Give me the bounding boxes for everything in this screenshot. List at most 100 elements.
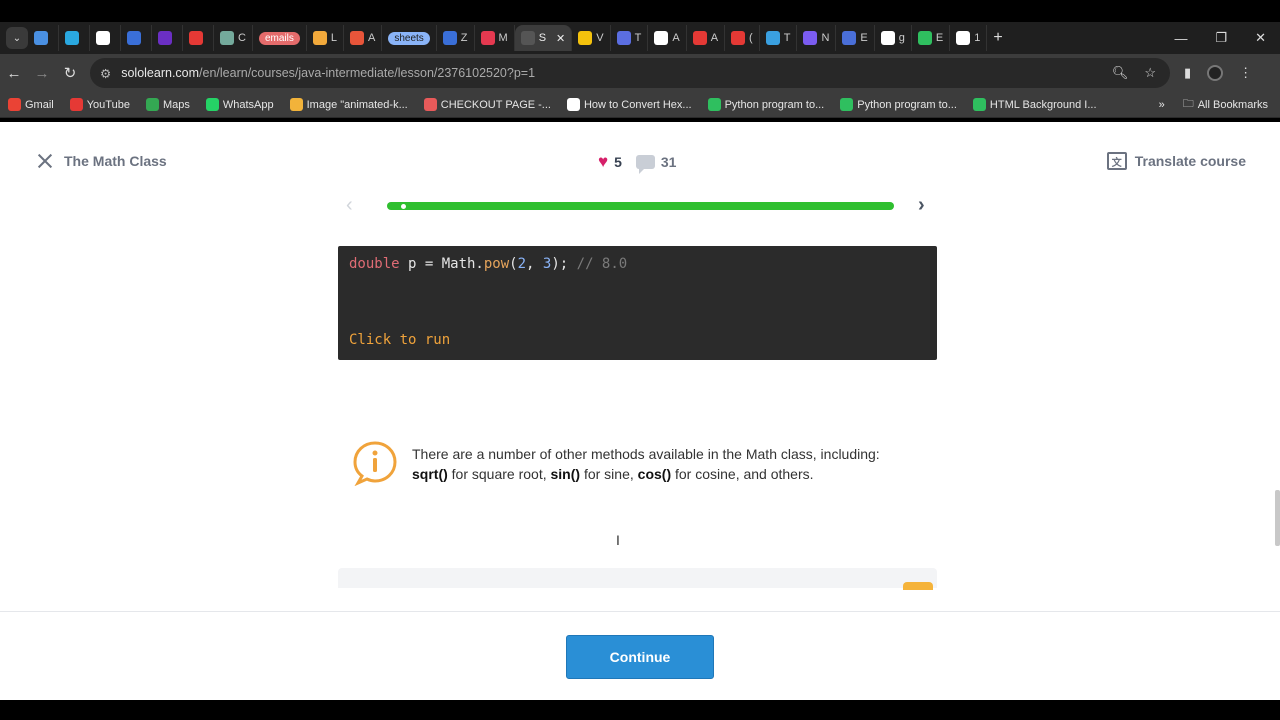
back-icon[interactable]: ← [0,65,28,82]
next-chevron-icon[interactable]: › [918,194,925,217]
bookmark-item[interactable]: WhatsApp [205,98,274,111]
bookmark-item[interactable]: YouTube [69,98,130,111]
comments-button[interactable]: 31 [635,154,677,174]
code-text: p = Math. [399,256,484,272]
google-icon [880,31,895,45]
comment-bubble-icon [635,155,655,174]
bookmark-favicon-icon [8,98,21,111]
code-close: ); [551,256,577,272]
bookmark-label: YouTube [86,98,130,111]
browser-tab[interactable] [28,25,59,51]
translate-course-button[interactable]: 文 Translate course [1106,152,1246,170]
browser-tab[interactable] [59,25,90,51]
likes-button[interactable]: ♥ 5 [598,152,622,172]
new-tab-icon[interactable]: + [993,29,1002,47]
browser-tab[interactable]: C [214,25,253,51]
tab-title: ( [749,32,753,44]
browser-tab[interactable]: 1 [950,25,988,51]
youtube-icon [731,31,746,45]
browser-tab[interactable]: E [912,25,951,51]
bookmark-item[interactable]: Python program to... [707,98,825,111]
bookmark-star-icon[interactable]: ☆ [1144,65,1156,81]
bookmark-item[interactable]: CHECKOUT PAGE -... [423,98,551,111]
tab-close-icon[interactable]: ✕ [556,32,565,45]
folder-icon: 🗀 [1182,98,1194,110]
minimize-icon[interactable]: — [1174,31,1187,46]
browser-tab[interactable]: A [648,25,687,51]
browser-tab[interactable]: M [475,25,515,51]
progress-marker [401,204,406,209]
tab-title: Z [460,32,468,44]
text-cursor-icon: I [616,532,620,548]
menu-kebab-icon[interactable]: ⋮ [1239,65,1252,81]
browser-tab[interactable] [121,25,152,51]
scrollbar-thumb[interactable] [1275,490,1280,546]
tab-group-label[interactable]: emails [258,31,300,45]
bookmark-item[interactable]: Image "animated-k... [289,98,408,111]
browser-tab[interactable] [90,25,121,51]
forward-icon[interactable]: → [28,65,56,82]
bookmark-item[interactable]: How to Convert Hex... [566,98,692,111]
bookmark-item[interactable]: Python program to... [840,98,957,111]
bookmark-label: Python program to... [724,98,825,111]
browser-tab[interactable]: sheets [382,25,437,51]
browser-tab[interactable]: A [687,25,726,51]
tab-title: M [498,32,508,44]
browser-tab[interactable] [183,25,214,51]
info-text: There are a number of other methods avai… [412,444,880,486]
bookmark-item[interactable]: Maps [145,98,190,111]
bookmark-label: Maps [162,98,190,111]
browser-tab[interactable] [152,25,183,51]
click-to-run-button[interactable]: Click to run [349,332,450,348]
continue-button[interactable]: Continue [566,635,714,679]
close-window-icon[interactable]: ✕ [1255,30,1266,46]
info-text-part: for cosine, and others. [671,466,814,482]
browser-tab[interactable]: V [572,25,611,51]
bookmark-item[interactable]: HTML Background I... [972,98,1097,111]
tab-search-chevron-icon[interactable]: ⌄ [6,27,28,49]
globe-icon [616,31,631,45]
d-icon [654,31,669,45]
z-icon [442,31,457,45]
browser-tab[interactable]: L [307,25,344,51]
browser-tab[interactable]: emails [253,25,307,51]
close-lesson-button[interactable]: The Math Class [36,152,167,170]
code-snippet[interactable]: double p = Math.pow(2, 3); // 8.0 Click … [338,246,937,360]
zoom-icon[interactable]: 🔍︎ [1112,65,1129,81]
profile-avatar[interactable] [1207,65,1224,81]
bookmark-favicon-icon [840,98,854,111]
browser-tab[interactable]: N [797,25,837,51]
browser-tab[interactable]: E [836,25,875,51]
s-icon [520,31,535,45]
browser-tab[interactable]: T [760,25,798,51]
tab-title: T [783,32,791,44]
code-paren: ( [509,256,518,272]
next-content-card [338,568,937,590]
browser-tab[interactable]: A [344,25,383,51]
bookmarks-overflow-icon[interactable]: » [1159,99,1165,111]
reload-icon[interactable]: ↻ [56,64,84,82]
tab-group-label[interactable]: sheets [388,31,430,45]
comments-count: 31 [660,154,677,170]
close-icon [36,152,54,170]
browser-tab[interactable]: T [611,25,649,51]
prev-chevron-icon[interactable]: ‹ [346,194,353,217]
method-cos: cos() [637,466,672,482]
browser-tab[interactable]: Z [437,25,475,51]
browser-tab[interactable]: g [875,25,912,51]
code-comment: // 8.0 [576,256,628,272]
browser-tab[interactable]: S ✕ [514,25,573,51]
code-number: 2 [517,256,527,272]
bookmark-label: How to Convert Hex... [583,98,692,111]
side-panel-icon[interactable]: ▮ [1184,65,1191,81]
site-info-icon[interactable]: ⚙ [100,66,111,81]
bookmark-label: Gmail [25,98,54,111]
lesson-page: The Math Class ♥ 5 31 文 Translate course… [0,122,1280,700]
restore-icon[interactable]: ❐ [1215,30,1227,46]
address-bar[interactable]: ⚙ sololearn.com/en/learn/courses/java-in… [90,58,1170,88]
all-bookmarks-button[interactable]: 🗀 All Bookmarks [1183,95,1268,114]
bookmark-item[interactable]: Gmail [8,98,54,111]
browser-tab[interactable]: ( [725,25,760,51]
bookmark-favicon-icon [145,98,159,111]
lesson-stats: ♥ 5 31 [598,152,677,174]
